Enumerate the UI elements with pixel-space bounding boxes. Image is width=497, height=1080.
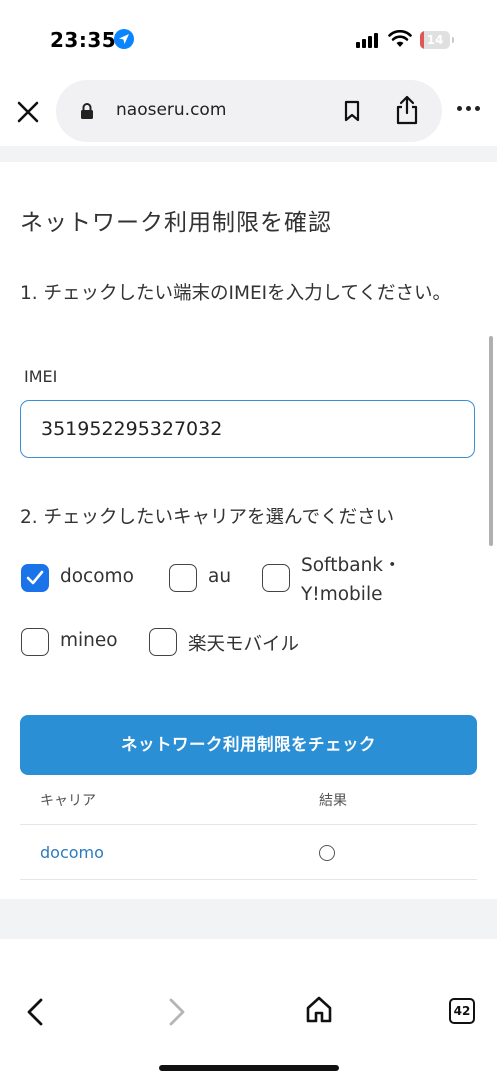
step1-instruction: 1. チェックしたい端末のIMEIを入力してください。 [20, 283, 451, 304]
status-bar: 23:35 14 [0, 0, 497, 80]
result-circle-icon [319, 845, 335, 861]
page-background-bottom [0, 899, 497, 939]
url-text[interactable]: naoseru.com [116, 100, 226, 120]
more-icon[interactable] [457, 106, 483, 114]
bottom-toolbar [0, 939, 497, 1080]
mineo-checkbox[interactable] [21, 628, 49, 656]
cellular-signal-icon [356, 32, 380, 48]
softbank-label[interactable]: Softbank・ Y!mobile [301, 551, 402, 609]
checkmark-icon [26, 570, 44, 585]
browser-bar: naoseru.com [0, 80, 497, 146]
battery-icon: 14 [420, 31, 450, 49]
share-icon[interactable] [394, 94, 420, 126]
imei-input[interactable] [20, 400, 475, 458]
table-divider [20, 879, 477, 880]
battery-level: 14 [426, 33, 444, 47]
forward-icon[interactable] [166, 997, 188, 1027]
table-header-result: 結果 [319, 793, 347, 809]
rakuten-label[interactable]: 楽天モバイル [188, 630, 299, 656]
softbank-label-line1: Softbank・ [301, 555, 402, 576]
rakuten-checkbox[interactable] [149, 628, 177, 656]
status-time: 23:35 [50, 28, 117, 52]
lock-icon [81, 103, 93, 119]
address-bar[interactable] [56, 80, 442, 142]
page-title: ネットワーク利用制限を確認 [20, 210, 332, 236]
home-icon[interactable] [305, 995, 333, 1025]
au-label[interactable]: au [208, 566, 231, 587]
page-background [0, 146, 497, 162]
check-network-button[interactable]: ネットワーク利用制限をチェック [20, 715, 477, 775]
scrollbar[interactable] [489, 336, 493, 546]
table-cell-carrier[interactable]: docomo [40, 843, 104, 862]
home-indicator [159, 1065, 339, 1071]
close-icon[interactable] [14, 98, 42, 126]
softbank-checkbox[interactable] [262, 564, 290, 592]
bookmark-icon[interactable] [343, 100, 361, 122]
docomo-label[interactable]: docomo [60, 566, 134, 587]
mineo-label[interactable]: mineo [60, 630, 118, 651]
content-card [0, 162, 497, 899]
softbank-label-line2: Y!mobile [301, 584, 383, 605]
wifi-icon [388, 30, 412, 47]
tabs-icon[interactable]: 42 [449, 998, 475, 1024]
table-divider [20, 824, 477, 825]
battery-cap [452, 37, 454, 43]
docomo-checkbox[interactable] [21, 564, 49, 592]
table-header-carrier: キャリア [40, 793, 96, 809]
step2-instruction: 2. チェックしたいキャリアを選んでください [20, 507, 395, 528]
back-icon[interactable] [24, 997, 46, 1027]
imei-label: IMEI [24, 367, 58, 386]
location-arrow-icon [114, 29, 134, 49]
au-checkbox[interactable] [169, 564, 197, 592]
